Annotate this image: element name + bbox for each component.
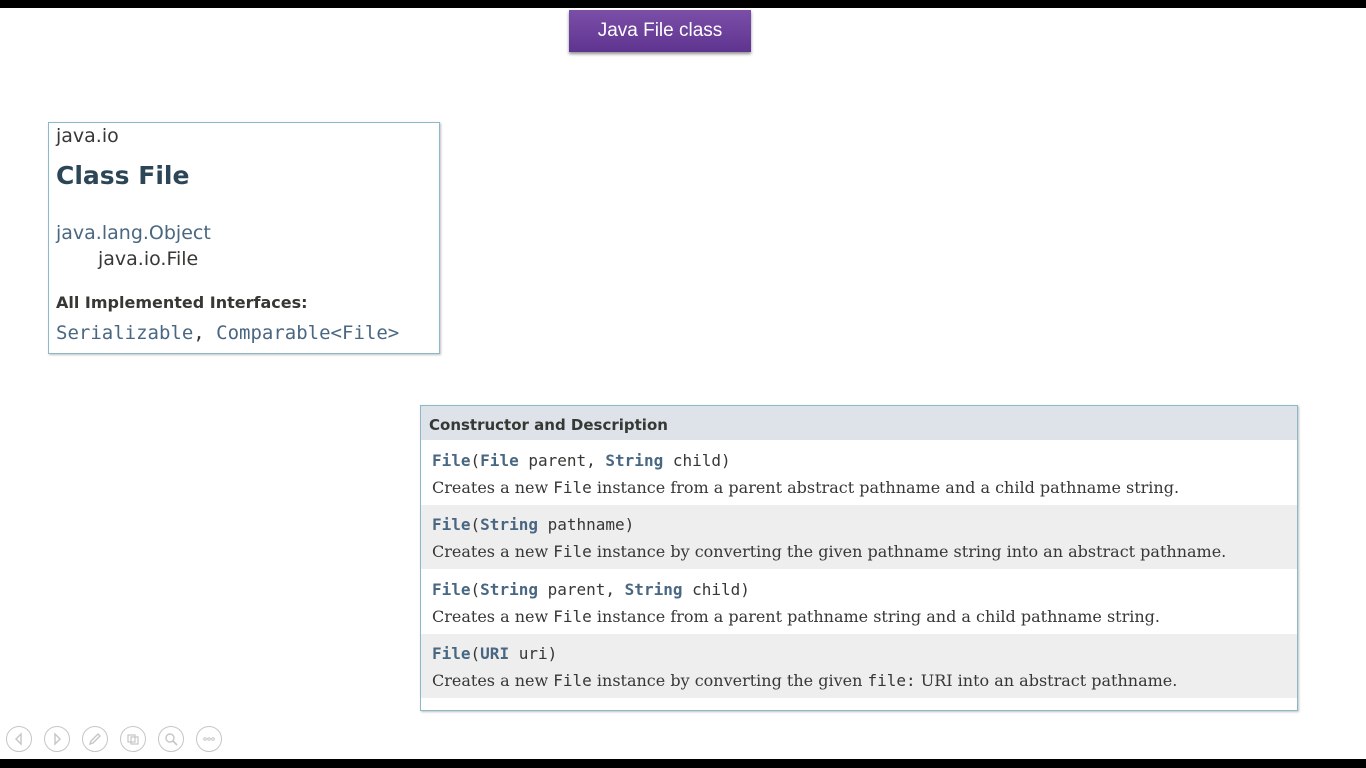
constructor-table: Constructor and Description File(File pa…: [420, 405, 1298, 711]
signature-text: (: [470, 451, 481, 470]
signature-text: (: [470, 515, 481, 534]
description-text: Creates a new: [432, 607, 554, 626]
top-black-bar: [0, 0, 1366, 8]
constructor-description: Creates a new File instance by convertin…: [432, 542, 1226, 561]
description-code: file:: [867, 671, 916, 690]
description-text: Creates a new: [432, 542, 554, 561]
signature-text: (: [470, 644, 481, 663]
description-code: File: [553, 478, 592, 497]
signature-text: child): [663, 451, 731, 470]
description-code: File: [553, 607, 592, 626]
description-text: instance by converting the given: [591, 671, 868, 690]
zoom-button[interactable]: [158, 726, 184, 752]
constructor-signature: File(URI uri): [432, 644, 557, 663]
next-slide-icon: [49, 731, 65, 747]
more-options-icon: [201, 731, 217, 747]
previous-slide-icon: [11, 731, 27, 747]
pen-button[interactable]: [82, 726, 108, 752]
description-text: Creates a new: [432, 478, 554, 497]
inheritance-child: java.io.File: [98, 248, 199, 270]
signature-text: (: [470, 580, 481, 599]
constructor-description: Creates a new File instance by convertin…: [432, 671, 1177, 690]
interface-link-serializable[interactable]: Serializable: [56, 322, 193, 344]
signature-link[interactable]: File: [432, 515, 471, 534]
constructor-description: Creates a new File instance from a paren…: [432, 607, 1160, 626]
next-slide-button[interactable]: [44, 726, 70, 752]
description-text: Creates a new: [432, 671, 554, 690]
more-options-button[interactable]: [196, 726, 222, 752]
constructor-row: File(String pathname) Creates a new File …: [421, 505, 1297, 569]
description-text: URI into an abstract pathname.: [915, 671, 1178, 690]
package-name: java.io: [56, 125, 119, 147]
signature-link[interactable]: String: [605, 451, 663, 470]
signature-text: pathname): [537, 515, 635, 534]
description-code: File: [553, 542, 592, 561]
signature-link[interactable]: String: [480, 580, 538, 599]
signature-text: parent,: [537, 580, 625, 599]
pen-icon: [87, 731, 103, 747]
description-text: instance from a parent pathname string a…: [591, 607, 1160, 626]
description-code: File: [553, 671, 592, 690]
slides-grid-icon: [125, 731, 141, 747]
class-summary-box: java.io Class File java.lang.Object java…: [48, 122, 440, 354]
constructor-signature: File(String pathname): [432, 515, 634, 534]
slides-grid-button[interactable]: [120, 726, 146, 752]
constructor-table-header: Constructor and Description: [421, 406, 1297, 440]
signature-link[interactable]: File: [480, 451, 519, 470]
description-text: instance by converting the given pathnam…: [591, 542, 1227, 561]
signature-link[interactable]: URI: [480, 644, 509, 663]
zoom-icon: [163, 731, 179, 747]
signature-text: child): [682, 580, 750, 599]
constructor-row: File(File parent, String child) Creates a…: [421, 441, 1297, 505]
interfaces-list: Serializable, Comparable<File>: [56, 322, 399, 344]
signature-link[interactable]: File: [432, 580, 471, 599]
constructor-row: File(String parent, String child) Creates…: [421, 570, 1297, 634]
interfaces-heading: All Implemented Interfaces:: [56, 293, 308, 312]
description-text: instance from a parent abstract pathname…: [591, 478, 1180, 497]
slide-title: Java File class: [569, 10, 751, 52]
signature-link[interactable]: String: [480, 515, 538, 534]
constructor-row: File(URI uri) Creates a new File instance…: [421, 634, 1297, 698]
class-title: Class File: [56, 161, 190, 190]
interface-separator: ,: [193, 322, 217, 344]
signature-text: parent,: [518, 451, 606, 470]
signature-link[interactable]: String: [625, 580, 683, 599]
signature-link[interactable]: File: [432, 644, 471, 663]
constructor-description: Creates a new File instance from a paren…: [432, 478, 1179, 497]
previous-slide-button[interactable]: [6, 726, 32, 752]
constructor-signature: File(File parent, String child): [432, 451, 731, 470]
signature-text: uri): [509, 644, 558, 663]
signature-link[interactable]: File: [432, 451, 471, 470]
inheritance-parent[interactable]: java.lang.Object: [56, 222, 211, 244]
constructor-signature: File(String parent, String child): [432, 580, 750, 599]
interface-link-comparable[interactable]: Comparable<File>: [216, 322, 399, 344]
bottom-black-bar: [0, 759, 1366, 768]
